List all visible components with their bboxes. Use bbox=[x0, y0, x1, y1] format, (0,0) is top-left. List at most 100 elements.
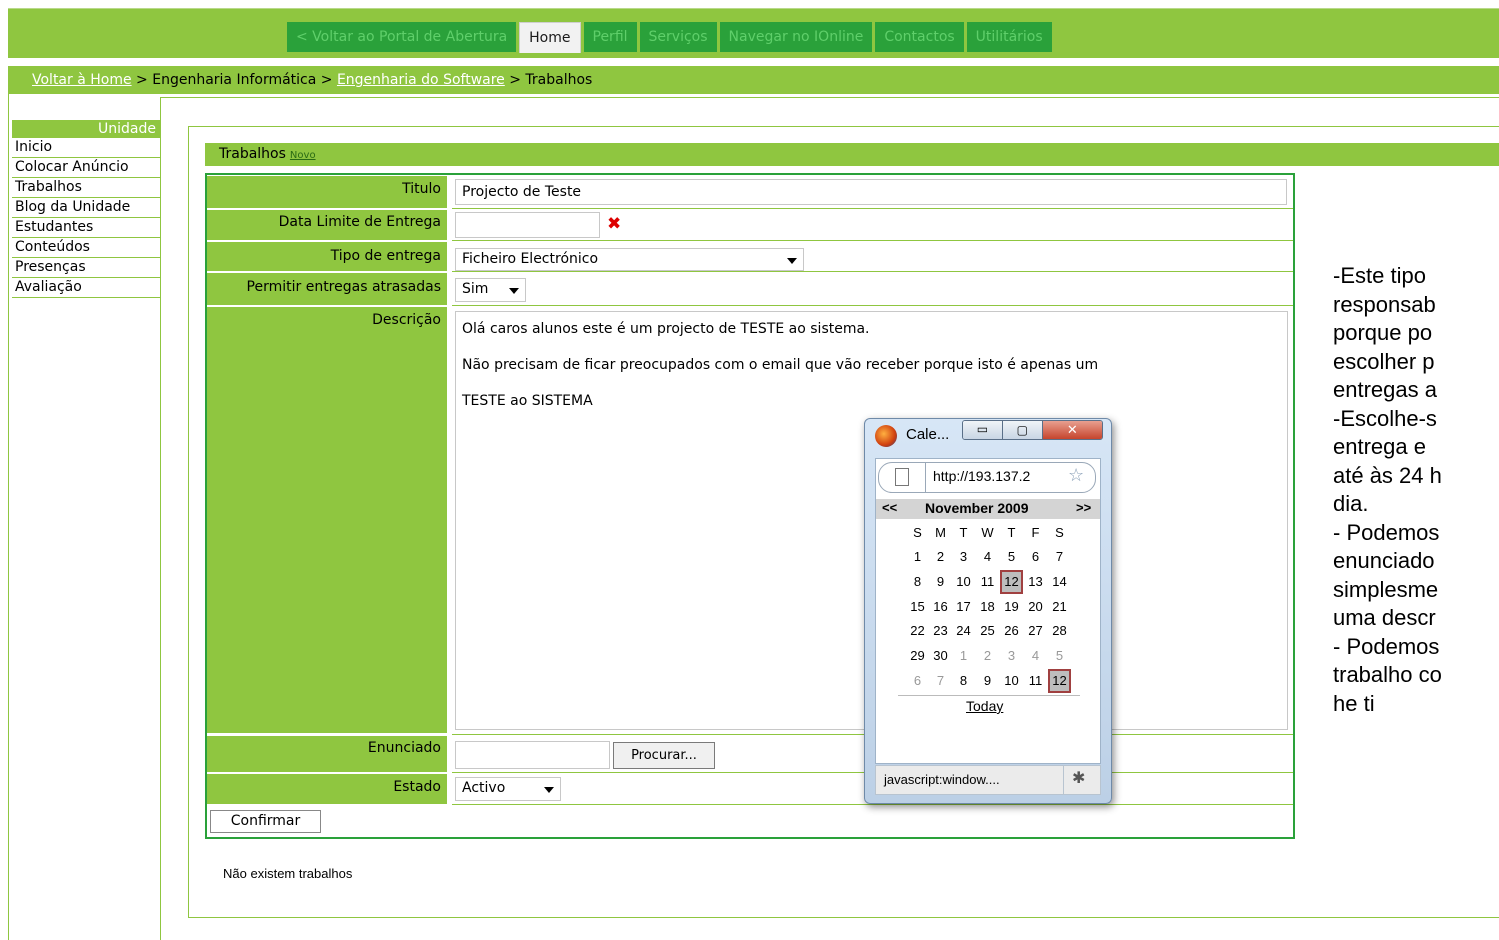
calendar-day[interactable]: 14 bbox=[1048, 570, 1071, 594]
notes-line: - Podemos bbox=[1333, 633, 1440, 659]
calendar-day[interactable]: 7 bbox=[1048, 545, 1071, 569]
calendar-day[interactable]: 25 bbox=[976, 619, 999, 643]
maximize-icon[interactable]: ▢ bbox=[1002, 421, 1043, 439]
tipo-entrega-select[interactable]: Ficheiro Electrónico bbox=[455, 248, 804, 271]
calendar-day[interactable]: 23 bbox=[929, 619, 952, 643]
tab-utilitarios[interactable]: Utilitários bbox=[966, 22, 1052, 52]
calendar-day[interactable]: 8 bbox=[952, 669, 975, 693]
sidebar-item-inicio[interactable]: Inicio bbox=[12, 138, 160, 158]
firefox-icon bbox=[875, 425, 897, 447]
estado-select[interactable]: Activo bbox=[455, 777, 561, 801]
titulo-input[interactable]: Projecto de Teste bbox=[455, 179, 1287, 205]
calendar-day[interactable]: 28 bbox=[1048, 619, 1071, 643]
star-icon[interactable]: ☆ bbox=[1068, 465, 1084, 486]
calendar-day[interactable]: 7 bbox=[929, 669, 952, 693]
calendar-day[interactable]: 20 bbox=[1024, 595, 1047, 619]
row-divider bbox=[452, 305, 1293, 306]
calendar-day[interactable]: 5 bbox=[1048, 644, 1071, 668]
notes-line: enunciado bbox=[1333, 548, 1435, 573]
calendar-day-selected[interactable]: 12 bbox=[1000, 569, 1023, 594]
notes-line: entrega e bbox=[1333, 434, 1426, 459]
tab-navegar[interactable]: Navegar no IOnline bbox=[719, 22, 873, 52]
calendar-day[interactable]: 30 bbox=[929, 644, 952, 668]
calendar-day[interactable]: 1 bbox=[952, 644, 975, 668]
calendar-day[interactable]: 11 bbox=[1024, 669, 1047, 693]
sidebar-item-blog[interactable]: Blog da Unidade bbox=[12, 198, 160, 218]
calendar-day[interactable]: 4 bbox=[1024, 644, 1047, 668]
calendar-day[interactable]: 16 bbox=[929, 595, 952, 619]
enunciado-file-input[interactable] bbox=[455, 741, 610, 769]
tab-voltar-portal[interactable]: < Voltar ao Portal de Abertura bbox=[287, 22, 517, 52]
calendar-day[interactable]: 22 bbox=[906, 619, 929, 643]
calendar-day-selected[interactable]: 12 bbox=[1048, 669, 1071, 693]
calendar-day[interactable]: 19 bbox=[1000, 595, 1023, 619]
calendar-day[interactable]: 29 bbox=[906, 644, 929, 668]
calendar-day[interactable]: 24 bbox=[952, 619, 975, 643]
calendar-day[interactable]: 10 bbox=[1000, 669, 1023, 693]
trabalhos-header: Trabalhos Novo bbox=[205, 143, 1499, 166]
sidebar-item-presencas[interactable]: Presenças bbox=[12, 258, 160, 278]
chevron-down-icon bbox=[787, 258, 797, 264]
calendar-day[interactable]: 13 bbox=[1024, 570, 1047, 594]
divider bbox=[160, 97, 1499, 98]
divider bbox=[160, 98, 161, 940]
calendar-day[interactable]: 10 bbox=[952, 570, 975, 594]
calendar-day[interactable]: 15 bbox=[906, 595, 929, 619]
sidebar-item-estudantes[interactable]: Estudantes bbox=[12, 218, 160, 238]
today-link[interactable]: Today bbox=[966, 698, 1003, 714]
weekday-label: S bbox=[913, 525, 922, 540]
calendar-day[interactable]: 6 bbox=[906, 669, 929, 693]
notes-line: trabalho co bbox=[1333, 662, 1442, 687]
weekday-label: T bbox=[959, 525, 968, 540]
breadcrumb-home-link[interactable]: Voltar à Home bbox=[32, 72, 132, 88]
notes-line: porque po bbox=[1333, 320, 1433, 345]
tab-home[interactable]: Home bbox=[519, 22, 581, 53]
sidebar-item-trabalhos[interactable]: Trabalhos bbox=[12, 178, 160, 198]
calendar-day[interactable]: 9 bbox=[929, 570, 952, 594]
calendar-day[interactable]: 21 bbox=[1048, 595, 1071, 619]
calendar-day[interactable]: 26 bbox=[1000, 619, 1023, 643]
window-controls: ▭ ▢ ✕ bbox=[962, 420, 1103, 440]
trabalhos-title: Trabalhos bbox=[219, 146, 286, 162]
breadcrumb-course-link[interactable]: Engenharia do Software bbox=[337, 72, 505, 88]
breadcrumb-current: > Trabalhos bbox=[504, 72, 593, 88]
entregas-atrasadas-select[interactable]: Sim bbox=[455, 278, 526, 302]
calendar-day[interactable]: 11 bbox=[976, 570, 999, 594]
tab-contactos[interactable]: Contactos bbox=[875, 22, 964, 52]
sidebar-item-avaliacao[interactable]: Avaliação bbox=[12, 278, 160, 298]
tab-servicos[interactable]: Serviços bbox=[639, 22, 717, 52]
confirmar-button[interactable]: Confirmar bbox=[210, 810, 321, 833]
prev-month-button[interactable]: << bbox=[882, 500, 897, 515]
clear-date-icon[interactable]: ✖ bbox=[607, 212, 627, 236]
procurar-button[interactable]: Procurar... bbox=[613, 742, 715, 769]
data-limite-input[interactable] bbox=[455, 212, 600, 238]
sidebar-item-conteudos[interactable]: Conteúdos bbox=[12, 238, 160, 258]
calendar-day[interactable]: 1 bbox=[906, 545, 929, 569]
calendar-day[interactable]: 6 bbox=[1024, 545, 1047, 569]
calendar-day[interactable]: 9 bbox=[976, 669, 999, 693]
next-month-button[interactable]: >> bbox=[1076, 500, 1091, 515]
calendar-day[interactable]: 5 bbox=[1000, 545, 1023, 569]
calendar-day[interactable]: 4 bbox=[976, 545, 999, 569]
novo-link[interactable]: Novo bbox=[290, 150, 316, 161]
enunciado-label: Enunciado bbox=[207, 736, 447, 772]
calendar-day[interactable]: 27 bbox=[1024, 619, 1047, 643]
calendar-day[interactable]: 2 bbox=[929, 545, 952, 569]
calendar-day[interactable]: 2 bbox=[976, 644, 999, 668]
calendar-day[interactable]: 3 bbox=[952, 545, 975, 569]
notes-line: escolher p bbox=[1333, 348, 1435, 374]
notes-line: uma descr bbox=[1333, 605, 1436, 630]
entregas-atrasadas-value: Sim bbox=[462, 281, 489, 297]
breadcrumb: Voltar à Home > Engenharia Informática >… bbox=[8, 66, 1499, 94]
weekday-label: W bbox=[981, 525, 994, 540]
weekday-label: S bbox=[1055, 525, 1064, 540]
calendar-day[interactable]: 8 bbox=[906, 570, 929, 594]
sidebar-item-colocar-anuncio[interactable]: Colocar Anúncio bbox=[12, 158, 160, 178]
close-icon[interactable]: ✕ bbox=[1042, 421, 1102, 439]
calendar-day[interactable]: 17 bbox=[952, 595, 975, 619]
minimize-icon[interactable]: ▭ bbox=[963, 421, 1003, 439]
calendar-day[interactable]: 3 bbox=[1000, 644, 1023, 668]
calendar-day[interactable]: 18 bbox=[976, 595, 999, 619]
row-divider bbox=[452, 208, 1293, 209]
tab-perfil[interactable]: Perfil bbox=[583, 22, 637, 52]
